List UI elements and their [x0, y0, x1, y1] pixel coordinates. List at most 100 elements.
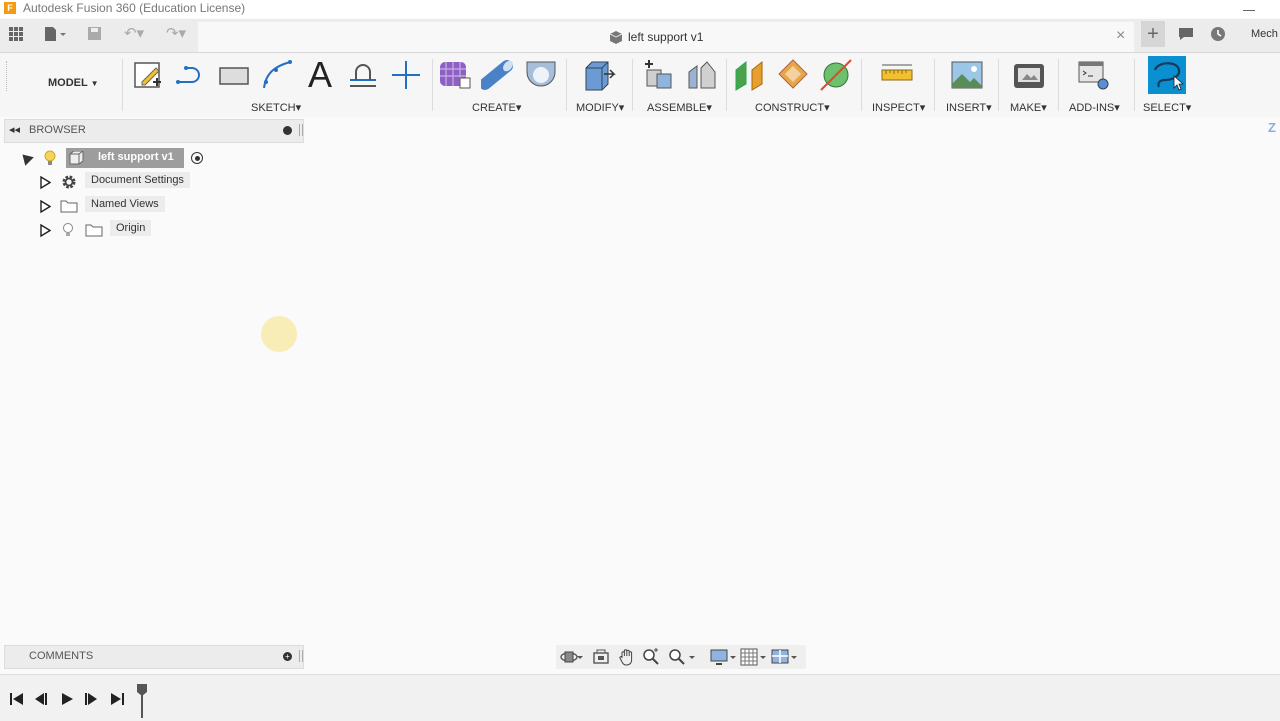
- assemble-group-label: ASSEMBLE: [647, 102, 707, 114]
- 3d-print-button[interactable]: [1012, 58, 1046, 92]
- data-panel-grid-icon[interactable]: [5, 19, 27, 52]
- text-tool-icon[interactable]: A: [303, 57, 337, 93]
- panel-resize-grip[interactable]: [299, 650, 303, 662]
- select-button[interactable]: [1148, 56, 1186, 94]
- offset-plane-button[interactable]: [733, 58, 767, 92]
- named-views-label: Named Views: [85, 196, 165, 212]
- create-sketch-button[interactable]: [131, 58, 165, 92]
- insert-group-menu[interactable]: INSERT▾: [946, 101, 992, 114]
- inspect-group-label: INSPECT: [872, 102, 920, 114]
- document-tab[interactable]: left support v1 ×: [198, 22, 1134, 52]
- visibility-lightbulb-icon[interactable]: [40, 148, 60, 171]
- panel-resize-grip[interactable]: [299, 124, 303, 136]
- pipe-tool-button[interactable]: [479, 58, 515, 92]
- workspace-label: MODEL: [48, 77, 88, 89]
- make-group-menu[interactable]: MAKE▾: [1010, 101, 1047, 114]
- toolbar-separator: [861, 59, 862, 111]
- point-tool-button[interactable]: [389, 58, 423, 92]
- minimize-browser-icon[interactable]: [283, 126, 292, 135]
- timeline-marker[interactable]: [136, 684, 148, 721]
- document-component-icon: [68, 150, 84, 168]
- look-at-icon[interactable]: [592, 648, 610, 669]
- collapse-panel-icon[interactable]: ◂◂: [9, 123, 20, 136]
- minimize-icon[interactable]: [1243, 0, 1255, 11]
- create-form-button[interactable]: [438, 58, 472, 92]
- activate-radio-icon[interactable]: [191, 152, 203, 164]
- notifications-chat-icon[interactable]: [1178, 27, 1194, 44]
- browser-panel-header[interactable]: ◂◂ BROWSER: [4, 119, 304, 143]
- inspect-group-menu[interactable]: INSPECT▾: [872, 101, 925, 114]
- spline-tool-button[interactable]: [260, 58, 294, 92]
- undo-icon[interactable]: ↶▾: [116, 19, 152, 49]
- axis-through-cylinder-button[interactable]: [819, 58, 853, 92]
- pan-hand-icon[interactable]: [618, 648, 636, 669]
- toolbar-separator: [1058, 59, 1059, 111]
- zoom-icon[interactable]: [642, 648, 660, 669]
- modify-group-menu[interactable]: MODIFY▾: [576, 101, 624, 114]
- addins-group-label: ADD-INS: [1069, 102, 1115, 114]
- tree-item-origin[interactable]: Origin: [38, 220, 298, 240]
- folder-icon: [60, 199, 78, 216]
- create-solid-shell-button[interactable]: [524, 58, 558, 92]
- line-tool-button[interactable]: [174, 58, 208, 92]
- project-tool-button[interactable]: [346, 58, 380, 92]
- orbit-icon[interactable]: [560, 648, 586, 669]
- expand-triangle-icon[interactable]: [40, 223, 52, 240]
- display-settings-icon[interactable]: [710, 648, 738, 669]
- create-group-menu[interactable]: CREATE▾: [472, 101, 521, 114]
- grid-settings-icon[interactable]: [740, 648, 768, 669]
- chevron-down-icon: ▼: [90, 79, 99, 88]
- save-icon[interactable]: [84, 19, 104, 51]
- select-group-menu[interactable]: SELECT▾: [1143, 101, 1191, 114]
- component-icon: [609, 30, 623, 47]
- go-to-end-icon[interactable]: [110, 692, 124, 709]
- document-settings-label: Document Settings: [85, 172, 190, 188]
- joint-button[interactable]: [685, 58, 719, 92]
- browser-root-node[interactable]: left support v1: [18, 148, 218, 168]
- fit-zoom-icon[interactable]: [668, 648, 696, 669]
- scripts-addins-button[interactable]: [1077, 58, 1111, 92]
- add-comment-icon[interactable]: +: [283, 652, 292, 661]
- rectangle-tool-button[interactable]: [217, 58, 251, 92]
- comments-panel-header[interactable]: COMMENTS +: [4, 645, 304, 669]
- addins-group-menu[interactable]: ADD-INS▾: [1069, 101, 1120, 114]
- go-to-start-icon[interactable]: [10, 692, 24, 709]
- viewcube-axis-label[interactable]: Z: [1268, 120, 1276, 135]
- account-name[interactable]: Mech: [1251, 28, 1278, 40]
- sketch-group-menu[interactable]: SKETCH▾: [251, 101, 301, 114]
- construct-group-menu[interactable]: CONSTRUCT▾: [755, 101, 830, 114]
- select-group-label: SELECT: [1143, 102, 1186, 114]
- step-back-icon[interactable]: [34, 692, 48, 709]
- ribbon-toolbar: MODEL ▼ A SKETCH▾ CREATE▾ MODIFY▾ ASSEMB…: [0, 53, 1280, 117]
- tree-item-document-settings[interactable]: Document Settings: [38, 172, 298, 192]
- browser-title: BROWSER: [29, 124, 86, 136]
- close-tab-icon[interactable]: ×: [1116, 27, 1125, 45]
- insert-canvas-button[interactable]: [950, 58, 984, 92]
- fusion-logo-icon: F: [4, 2, 16, 14]
- insert-group-label: INSERT: [946, 102, 987, 114]
- workspace-switcher[interactable]: MODEL ▼: [48, 77, 99, 89]
- redo-icon[interactable]: ↷▾: [158, 19, 194, 49]
- expand-triangle-icon[interactable]: [40, 175, 52, 192]
- toolbar-separator: [726, 59, 727, 111]
- job-status-clock-icon[interactable]: [1210, 26, 1226, 45]
- viewports-icon[interactable]: [771, 648, 799, 669]
- assemble-group-menu[interactable]: ASSEMBLE▾: [647, 101, 712, 114]
- expand-triangle-icon[interactable]: [40, 199, 52, 216]
- folder-icon: [85, 223, 103, 240]
- plane-at-angle-button[interactable]: [776, 58, 810, 92]
- root-node-label: left support v1: [98, 151, 174, 163]
- collapse-triangle-icon[interactable]: [18, 150, 34, 166]
- press-pull-button[interactable]: [582, 58, 616, 92]
- play-icon[interactable]: [60, 692, 74, 709]
- navigation-bar: [556, 645, 806, 669]
- origin-label: Origin: [110, 220, 152, 236]
- toolbar-separator: [566, 59, 567, 111]
- file-menu-icon[interactable]: [40, 19, 70, 52]
- measure-button[interactable]: [880, 58, 914, 92]
- new-component-button[interactable]: [641, 58, 675, 92]
- new-tab-plus-icon[interactable]: +: [1141, 21, 1165, 47]
- tree-item-named-views[interactable]: Named Views: [38, 196, 298, 216]
- visibility-lightbulb-off-icon[interactable]: [60, 221, 76, 242]
- step-forward-icon[interactable]: [84, 692, 98, 709]
